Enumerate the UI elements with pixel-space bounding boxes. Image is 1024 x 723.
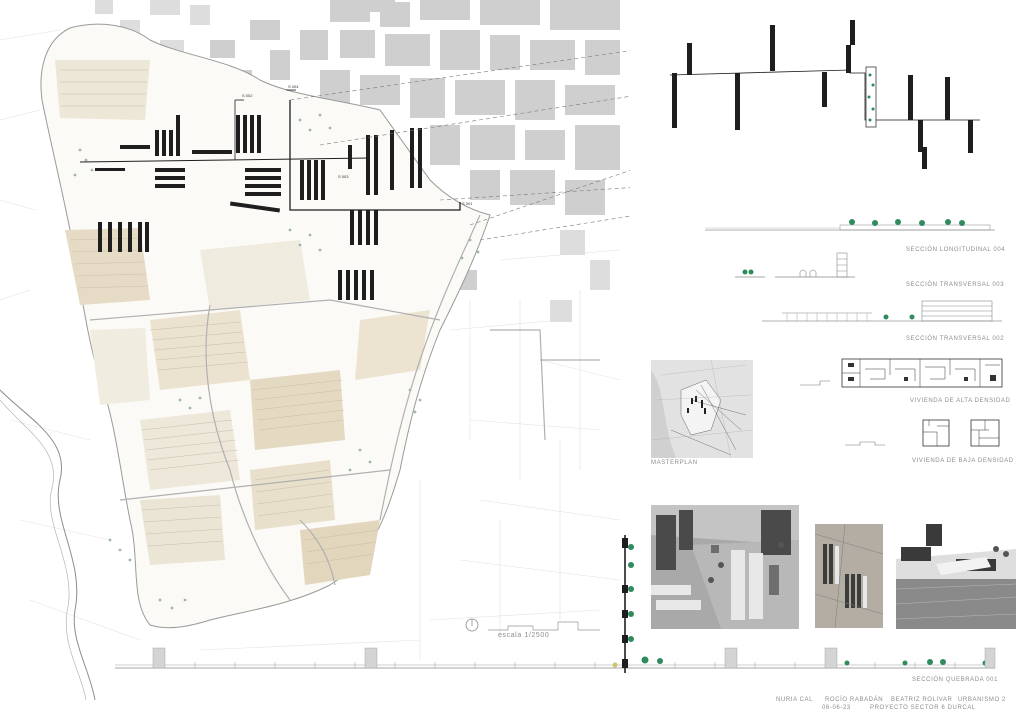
low-density-label: VIVIENDA DE BAJA DENSIDAD (912, 458, 1014, 464)
author-1: NURIA CAL (776, 697, 814, 703)
river-line (0, 389, 96, 700)
masterplan-thumbnail (651, 360, 753, 458)
section-002-drawing (762, 300, 1002, 322)
section-003-drawing (735, 252, 855, 278)
map-tag-s001: S 001 (462, 201, 473, 206)
low-density-plans (845, 419, 1000, 447)
river-bank (0, 399, 87, 700)
masterplan-label: MASTERPLAN (651, 460, 698, 466)
author-2: ROCÍO RABADÁN (825, 697, 884, 703)
map-tag-s004: S 004 (288, 84, 299, 89)
section-001-drawing (115, 535, 996, 673)
course-label: URBANISMO 2 (958, 697, 1006, 703)
author-3: BEATRIZ ROLIVAR (891, 697, 953, 703)
date-label: 06-06-23 (822, 705, 851, 711)
map-tag-s002: S 002 (242, 93, 253, 98)
masterplan-graphic (651, 360, 753, 458)
section-003-label: SECCIÓN TRANSVERSAL 003 (906, 282, 1005, 288)
section-004-label: SECCIÓN LONGITUDINAL 004 (906, 247, 1006, 253)
section-001-label: SECCIÓN QUEBRADA 001 (912, 677, 999, 683)
high-density-label: VIVIENDA DE ALTA DENSIDAD (910, 398, 1011, 404)
high-density-plan (800, 358, 1003, 388)
broken-section-elevation (669, 20, 980, 169)
section-004-drawing (705, 219, 995, 231)
project-label: PROYECTO SECTOR 6 DURCAL (870, 705, 976, 711)
map-tag-s003: S 003 (338, 174, 349, 179)
section-002-label: SECCIÓN TRANSVERSAL 002 (906, 336, 1005, 342)
